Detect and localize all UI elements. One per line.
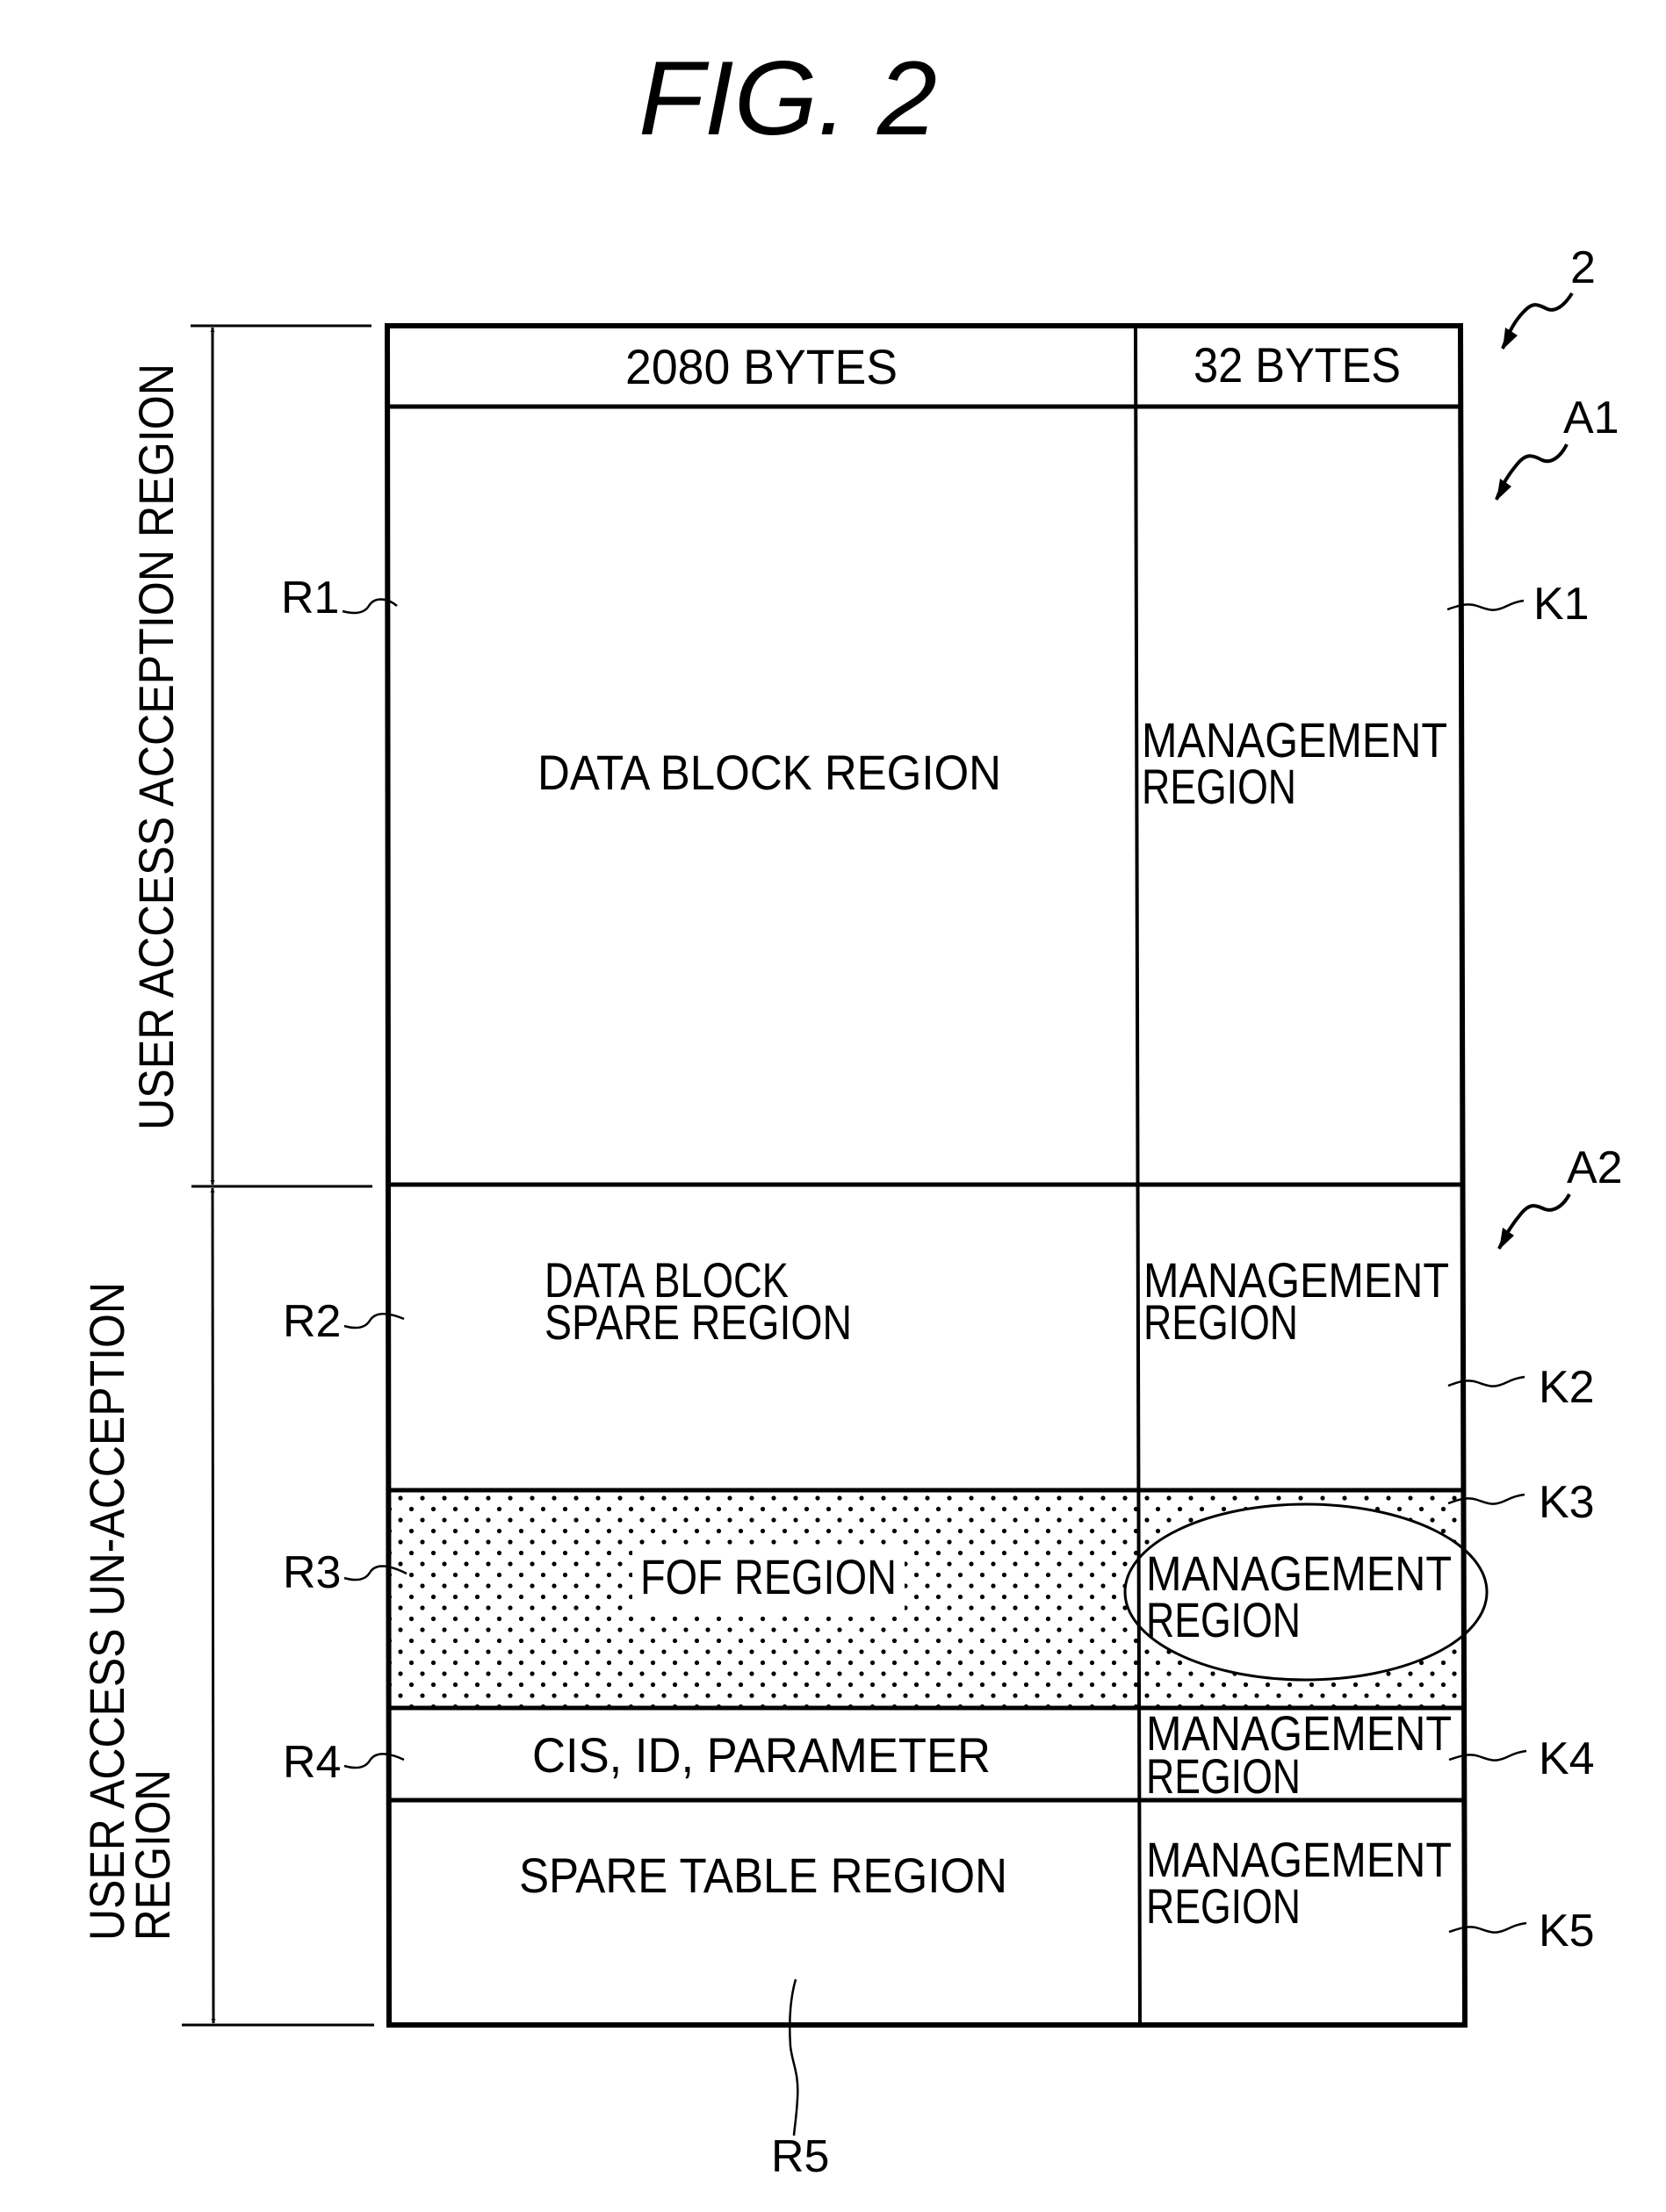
r3-main-text: FOF REGION bbox=[640, 1549, 897, 1604]
ref-label-R2: R2 bbox=[283, 1296, 341, 1347]
ref-label-R3: R3 bbox=[283, 1547, 341, 1598]
leader-K5 bbox=[1448, 1921, 1527, 1934]
leader-K4 bbox=[1448, 1749, 1527, 1762]
leader-arrow-A1 bbox=[1495, 443, 1569, 501]
ref-K3: K3 bbox=[1447, 1477, 1595, 1528]
header-col-data-bytes: 2080 BYTES bbox=[625, 339, 898, 394]
arrowhead-A2 bbox=[1499, 1228, 1514, 1250]
figure-title: FIG. 2 bbox=[638, 40, 937, 157]
k5-mgmt-line2: REGION bbox=[1146, 1878, 1301, 1934]
area-A2-label-line2: REGION bbox=[125, 1769, 180, 1941]
k1-mgmt-line2: REGION bbox=[1142, 759, 1296, 814]
ref-label-R1: R1 bbox=[281, 573, 339, 623]
r2-main-line2: SPARE REGION bbox=[545, 1294, 852, 1350]
ref-K5: K5 bbox=[1448, 1906, 1595, 1956]
k3-mgmt-line2: REGION bbox=[1146, 1592, 1301, 1647]
reference-A1: A1 bbox=[1495, 393, 1619, 501]
leader-R5 bbox=[789, 1978, 799, 2136]
ref-R5: R5 bbox=[771, 1978, 829, 2182]
reference-A2: A2 bbox=[1497, 1142, 1623, 1250]
header-col-mgmt-bytes: 32 BYTES bbox=[1194, 337, 1401, 393]
ref-label-R5: R5 bbox=[771, 2131, 829, 2182]
area-A1-label: USER ACCESS ACCEPTION REGION bbox=[128, 364, 184, 1130]
ref-K2: K2 bbox=[1447, 1362, 1595, 1413]
leader-K2 bbox=[1447, 1375, 1525, 1387]
ref-label-R4: R4 bbox=[283, 1737, 341, 1788]
leader-arrow-2 bbox=[1501, 292, 1574, 349]
reference-numeral-2: 2 bbox=[1570, 242, 1596, 293]
arrowhead-2 bbox=[1503, 328, 1518, 349]
ref-label-K2: K2 bbox=[1539, 1362, 1595, 1413]
leader-R2 bbox=[343, 1313, 405, 1329]
area-label-A2: A2 bbox=[1567, 1142, 1623, 1193]
ref-K4: K4 bbox=[1448, 1733, 1595, 1784]
r5-main-text: SPARE TABLE REGION bbox=[519, 1848, 1007, 1903]
k4-mgmt-line2: REGION bbox=[1146, 1748, 1301, 1804]
reference-2: 2 bbox=[1501, 242, 1596, 349]
r1-main-text: DATA BLOCK REGION bbox=[537, 745, 1001, 800]
ref-label-K3: K3 bbox=[1539, 1477, 1595, 1528]
arrowhead-A1 bbox=[1497, 479, 1511, 501]
k2-mgmt-line2: REGION bbox=[1143, 1294, 1298, 1350]
column-divider bbox=[1134, 325, 1142, 2026]
r4-main-text: CIS, ID, PARAMETER bbox=[532, 1727, 991, 1783]
leader-arrow-A2 bbox=[1497, 1193, 1571, 1250]
area-label-A1: A1 bbox=[1563, 393, 1619, 443]
ref-R4: R4 bbox=[283, 1737, 405, 1788]
ref-K1: K1 bbox=[1446, 579, 1590, 630]
ref-label-K1: K1 bbox=[1533, 579, 1590, 630]
dimension-lines bbox=[182, 324, 374, 2027]
figure-canvas: FIG. 2 2 A1 A2 2080 BYTES 32 BYTES DATA bbox=[79, 40, 1623, 2182]
ref-label-K4: K4 bbox=[1539, 1733, 1595, 1784]
leader-R4 bbox=[343, 1753, 405, 1769]
ref-R1: R1 bbox=[281, 573, 398, 623]
ref-label-K5: K5 bbox=[1539, 1906, 1595, 1956]
